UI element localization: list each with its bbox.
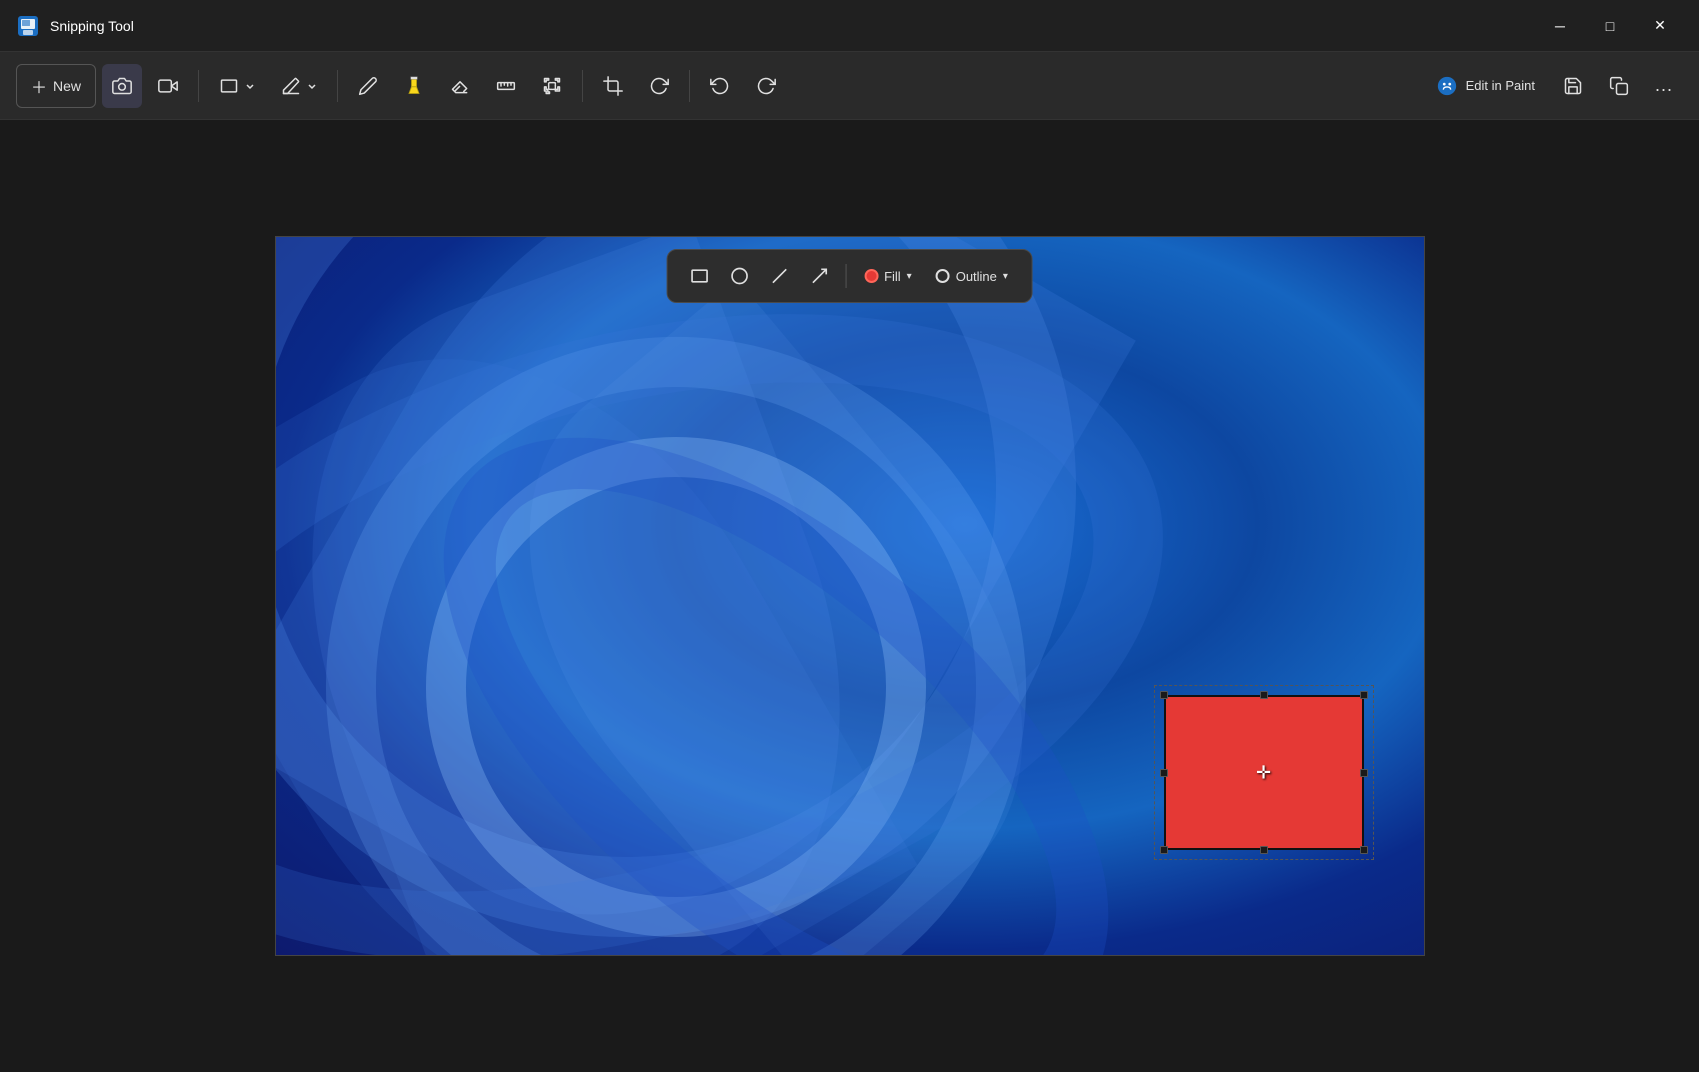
outline-chevron-icon: ▾ [1003,271,1008,282]
crop-button[interactable] [593,64,633,108]
title-bar-left: Snipping Tool [16,14,134,38]
move-cursor-icon: ✛ [1256,762,1271,783]
more-label: ... [1655,75,1673,96]
red-rectangle[interactable]: ✛ [1164,695,1364,850]
fill-label: Fill [884,269,901,284]
handle-middle-right[interactable] [1360,769,1368,777]
redo-icon [756,76,776,96]
draw-rect-icon [689,266,709,286]
outline-color-indicator [936,269,950,283]
handle-top-left[interactable] [1160,691,1168,699]
draw-rectangle-button[interactable] [681,258,717,294]
fill-button[interactable]: Fill ▾ [854,258,922,294]
fill-color-indicator [864,269,878,283]
video-icon [158,76,178,96]
ruler-button[interactable] [486,64,526,108]
paint-icon [1436,75,1458,97]
undo-button[interactable] [700,64,740,108]
screenshot-canvas[interactable]: Fill ▾ Outline ▾ ✛ [275,236,1425,956]
selection-icon [542,76,562,96]
shape-select-button[interactable] [209,64,265,108]
plus-icon: ＋ [31,74,47,98]
toolbar-separator-2 [337,70,338,102]
draw-circle-button[interactable] [721,258,757,294]
draw-arrow-button[interactable] [801,258,837,294]
copy-button[interactable] [1599,64,1639,108]
dt-separator [845,264,846,288]
drawing-toolbar: Fill ▾ Outline ▾ [666,249,1033,303]
edit-in-paint-label: Edit in Paint [1466,78,1535,93]
rotate-icon [649,76,669,96]
outline-label: Outline [956,269,997,284]
draw-line-button[interactable] [761,258,797,294]
chevron-down-2-icon [307,81,317,91]
handle-bottom-middle[interactable] [1260,846,1268,854]
eraser-tool-icon [450,76,470,96]
pen-icon [358,76,378,96]
handle-top-middle[interactable] [1260,691,1268,699]
undo-icon [710,76,730,96]
app-title: Snipping Tool [50,18,134,34]
fill-chevron-icon: ▾ [907,271,912,282]
more-button[interactable]: ... [1645,64,1683,108]
handle-bottom-right[interactable] [1360,846,1368,854]
toolbar-separator-1 [198,70,199,102]
handle-bottom-left[interactable] [1160,846,1168,854]
highlighter-icon [404,76,424,96]
maximize-button[interactable]: □ [1587,10,1633,42]
copy-icon [1609,76,1629,96]
toolbar-right: Edit in Paint ... [1424,64,1683,108]
outline-button[interactable]: Outline ▾ [926,258,1018,294]
edit-in-paint-button[interactable]: Edit in Paint [1424,64,1547,108]
handle-middle-left[interactable] [1160,769,1168,777]
screenshot-button[interactable] [102,64,142,108]
pen-tool-button[interactable] [348,64,388,108]
title-bar: Snipping Tool ─ □ ✕ [0,0,1699,52]
highlighter-button[interactable] [394,64,434,108]
rotate-button[interactable] [639,64,679,108]
crop-icon [603,76,623,96]
close-button[interactable]: ✕ [1637,10,1683,42]
save-icon [1563,76,1583,96]
new-label: New [53,78,81,94]
new-button[interactable]: ＋ New [16,64,96,108]
redo-button[interactable] [746,64,786,108]
handle-top-right[interactable] [1360,691,1368,699]
red-rectangle-container[interactable]: ✛ [1154,685,1374,860]
camera-icon [112,76,132,96]
pen-select-button[interactable] [271,64,327,108]
save-button[interactable] [1553,64,1593,108]
draw-circle-icon [729,266,749,286]
selection-button[interactable] [532,64,572,108]
eraser-icon [281,76,301,96]
title-bar-controls: ─ □ ✕ [1537,10,1683,42]
eraser-button[interactable] [440,64,480,108]
toolbar-separator-4 [689,70,690,102]
minimize-button[interactable]: ─ [1537,10,1583,42]
toolbar-separator-3 [582,70,583,102]
chevron-down-icon [245,81,255,91]
app-icon [16,14,40,38]
main-toolbar: ＋ New [0,52,1699,120]
draw-line-icon [769,266,789,286]
draw-arrow-icon [809,266,829,286]
ruler-icon [496,76,516,96]
rectangle-icon [219,76,239,96]
canvas-area: Fill ▾ Outline ▾ ✛ [0,120,1699,1072]
video-button[interactable] [148,64,188,108]
